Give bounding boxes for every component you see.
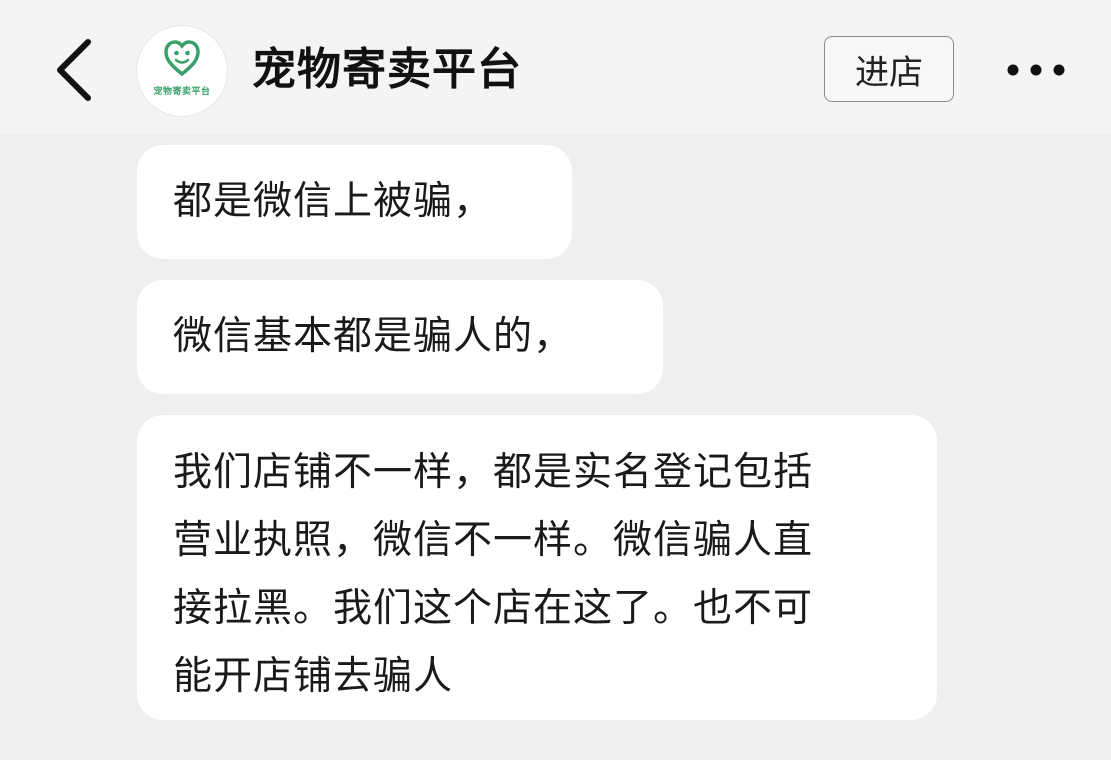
message-text-line: 微信基本都是骗人的， <box>173 314 574 359</box>
message-bubble[interactable]: 我们店铺不一样，都是实名登记包括 营业执照，微信不一样。微信骗人直 接拉黑。我们… <box>137 415 937 720</box>
shop-title: 宠物寄卖平台 <box>252 44 522 95</box>
message-text-line: 能开店铺去骗人 <box>173 654 454 699</box>
message-bubble[interactable]: 都是微信上被骗， <box>137 145 572 259</box>
more-horizontal-icon[interactable] <box>1000 52 1072 88</box>
message-text-line: 我们店铺不一样，都是实名登记包括 <box>173 450 814 495</box>
message-bubble[interactable]: 微信基本都是骗人的， <box>137 280 663 394</box>
message-text-line: 接拉黑。我们这个店在这了。也不可 <box>173 586 814 631</box>
chevron-left-icon[interactable] <box>44 34 104 106</box>
avatar-brand-text: 宠物寄卖平台 <box>153 87 211 97</box>
message-text-line: 营业执照，微信不一样。微信骗人直 <box>173 518 814 563</box>
avatar[interactable]: 宠物寄卖平台 <box>137 26 227 116</box>
enter-shop-button[interactable]: 进店 <box>824 36 954 102</box>
heart-logo-icon <box>164 40 200 77</box>
message-text-line: 都是微信上被骗， <box>173 179 494 224</box>
chat-header: 宠物寄卖平台 宠物寄卖平台 进店 <box>0 0 1111 134</box>
